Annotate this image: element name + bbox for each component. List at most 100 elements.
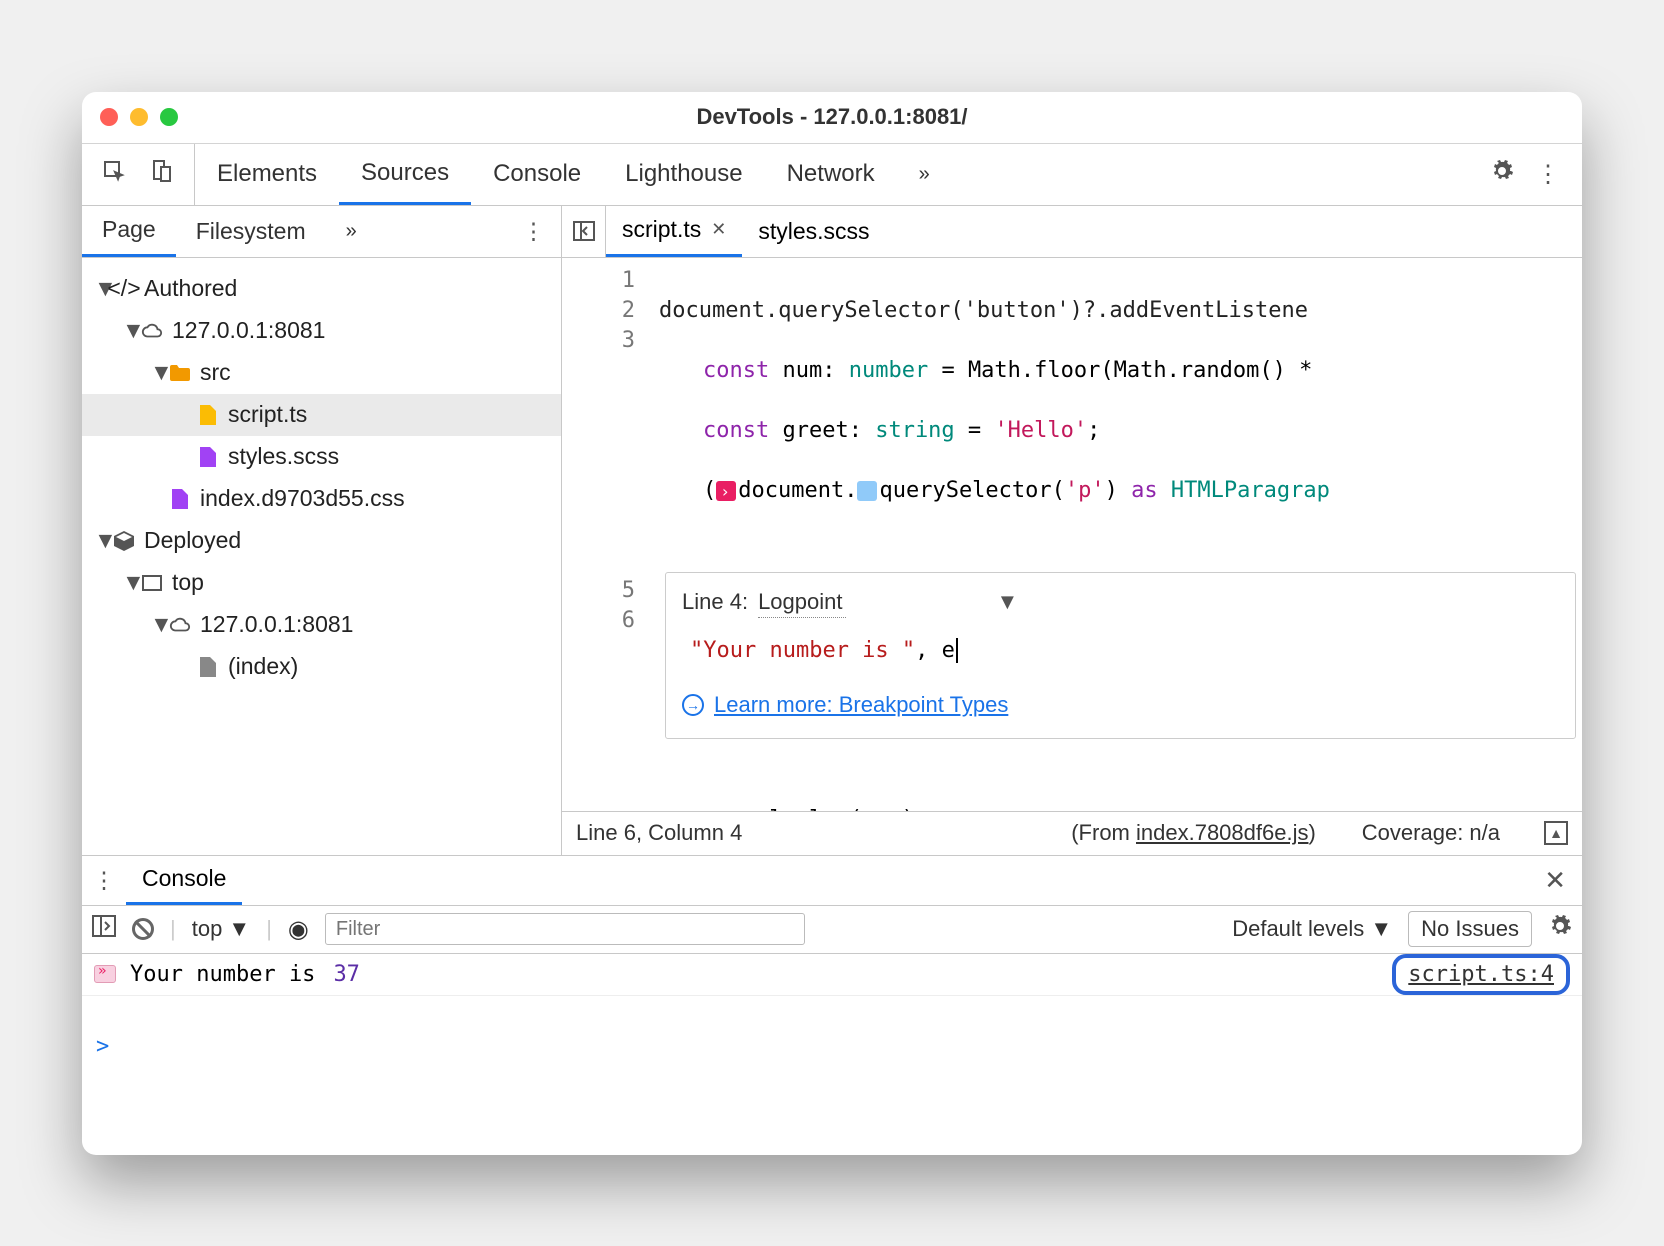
line-number[interactable]: 2 (562, 296, 635, 326)
tree-file-styles[interactable]: styles.scss (82, 436, 561, 478)
inspect-element-icon[interactable] (102, 159, 126, 190)
tree-label: Authored (144, 275, 237, 302)
step-marker-icon (716, 481, 736, 501)
tab-label: script.ts (622, 216, 701, 243)
sourcemap-origin: (From index.7808df6e.js) (1071, 820, 1316, 846)
tab-console[interactable]: Console (471, 144, 603, 205)
drawer-kebab-icon[interactable]: ⋮ (82, 867, 126, 894)
console-text: Your number is (130, 962, 315, 987)
drawer-tab-console[interactable]: Console (126, 856, 242, 905)
code-line: document.querySelector('button')?.addEve… (659, 298, 1308, 323)
editor-statusbar: Line 6, Column 4 (From index.7808df6e.js… (562, 811, 1582, 855)
console-settings-icon[interactable] (1548, 914, 1572, 944)
editor-tab-styles[interactable]: styles.scss (742, 206, 885, 257)
cloud-icon (140, 319, 164, 343)
sidebar-tab-filesystem[interactable]: Filesystem (176, 206, 326, 257)
dropdown-icon[interactable]: ▼ (996, 587, 1018, 617)
line-gutter[interactable]: 1 2 3 ‥4 5 6 (562, 258, 647, 811)
tab-label: styles.scss (758, 218, 869, 245)
code-icon: </> (112, 277, 136, 301)
line-number[interactable]: 1 (562, 266, 635, 296)
editor-pane: script.ts ✕ styles.scss 1 2 3 ‥4 5 6 doc… (562, 206, 1582, 855)
cursor-position: Line 6, Column 4 (576, 820, 742, 846)
console-messages: Your number is 37 script.ts:4 > (82, 954, 1582, 1155)
learn-more-link[interactable]: Learn more: Breakpoint Types (714, 690, 1008, 720)
more-tabs-icon[interactable]: » (897, 144, 952, 205)
context-selector[interactable]: top ▼ (192, 916, 250, 942)
line-number[interactable]: 3 (562, 326, 635, 356)
kebab-menu-icon[interactable]: ⋮ (1536, 160, 1560, 189)
tab-sources[interactable]: Sources (339, 144, 471, 205)
log-levels-select[interactable]: Default levels ▼ (1232, 916, 1392, 942)
tree-host-authored[interactable]: ▼127.0.0.1:8081 (82, 310, 561, 352)
folder-icon (168, 361, 192, 385)
scroll-top-icon[interactable]: ▲ (1544, 821, 1568, 845)
tree-label: (index) (228, 653, 298, 680)
tab-elements[interactable]: Elements (195, 144, 339, 205)
live-expression-icon[interactable]: ◉ (288, 915, 309, 944)
tree-file-script[interactable]: script.ts (82, 394, 561, 436)
line-number: 4 (622, 358, 635, 383)
logpoint-badge-icon (94, 965, 116, 983)
tree-host-deployed[interactable]: ▼127.0.0.1:8081 (82, 604, 561, 646)
logpoint-line-label: Line 4: (682, 587, 748, 617)
logpoint-marker[interactable]: ‥4 (562, 356, 635, 386)
tree-label: index.d9703d55.css (200, 485, 405, 512)
code-content[interactable]: document.querySelector('button')?.addEve… (647, 258, 1582, 811)
console-toolbar: | top ▼ | ◉ Default levels ▼ No Issues (82, 906, 1582, 954)
frame-icon (140, 571, 164, 595)
step-marker-icon (857, 481, 877, 501)
tree-deployed[interactable]: ▼Deployed (82, 520, 561, 562)
close-drawer-icon[interactable]: ✕ (1528, 865, 1582, 896)
show-navigator-icon[interactable] (562, 206, 606, 257)
tree-file-index[interactable]: (index) (82, 646, 561, 688)
settings-icon[interactable] (1490, 159, 1514, 190)
line-number[interactable]: 6 (562, 606, 635, 636)
cloud-icon (168, 613, 192, 637)
tab-network[interactable]: Network (765, 144, 897, 205)
coverage-status: Coverage: n/a (1362, 820, 1500, 846)
line-number[interactable]: 5 (562, 576, 635, 606)
sidebar-kebab-icon[interactable]: ⋮ (506, 218, 561, 245)
tree-label: top (172, 569, 204, 596)
tree-label: Deployed (144, 527, 241, 554)
editor-tab-script[interactable]: script.ts ✕ (606, 206, 742, 257)
console-filter-input[interactable] (325, 913, 805, 945)
logpoint-expression-input[interactable]: "Your number is ", e (682, 630, 1559, 672)
tree-folder-src[interactable]: ▼src (82, 352, 561, 394)
clear-console-icon[interactable] (132, 918, 154, 940)
file-icon (196, 403, 220, 427)
device-toolbar-icon[interactable] (150, 159, 174, 190)
console-source-link[interactable]: script.ts:4 (1392, 954, 1570, 995)
tree-label: src (200, 359, 231, 386)
breakpoint-editor: Line 4: Logpoint ▼ "Your number is ", e … (665, 572, 1576, 739)
box-icon (112, 529, 136, 553)
breakpoint-type-select[interactable]: Logpoint (758, 587, 846, 618)
tree-label: script.ts (228, 401, 307, 428)
zoom-window-icon[interactable] (160, 108, 178, 126)
close-tab-icon[interactable]: ✕ (711, 219, 726, 240)
devtools-window: DevTools - 127.0.0.1:8081/ Elements Sour… (82, 92, 1582, 1155)
file-tree: ▼</>Authored ▼127.0.0.1:8081 ▼src script… (82, 258, 561, 855)
console-value: 37 (333, 962, 360, 987)
window-controls (100, 108, 178, 126)
panel-tabs: Elements Sources Console Lighthouse Netw… (195, 144, 952, 205)
file-icon (196, 655, 220, 679)
console-message[interactable]: Your number is 37 script.ts:4 (82, 954, 1582, 996)
close-window-icon[interactable] (100, 108, 118, 126)
minimize-window-icon[interactable] (130, 108, 148, 126)
window-title: DevTools - 127.0.0.1:8081/ (82, 104, 1582, 130)
tree-top[interactable]: ▼top (82, 562, 561, 604)
console-prompt[interactable]: > (82, 1026, 1582, 1067)
tree-file-indexcss[interactable]: index.d9703d55.css (82, 478, 561, 520)
tree-label: styles.scss (228, 443, 339, 470)
main-toolbar: Elements Sources Console Lighthouse Netw… (82, 144, 1582, 206)
sourcemap-link[interactable]: index.7808df6e.js (1136, 820, 1308, 845)
issues-button[interactable]: No Issues (1408, 911, 1532, 947)
console-sidebar-toggle-icon[interactable] (92, 915, 116, 943)
tab-lighthouse[interactable]: Lighthouse (603, 144, 764, 205)
tree-authored[interactable]: ▼</>Authored (82, 268, 561, 310)
sidebar-tab-page[interactable]: Page (82, 206, 176, 257)
sidebar-more-tabs-icon[interactable]: » (326, 206, 377, 257)
tree-label: 127.0.0.1:8081 (200, 611, 353, 638)
